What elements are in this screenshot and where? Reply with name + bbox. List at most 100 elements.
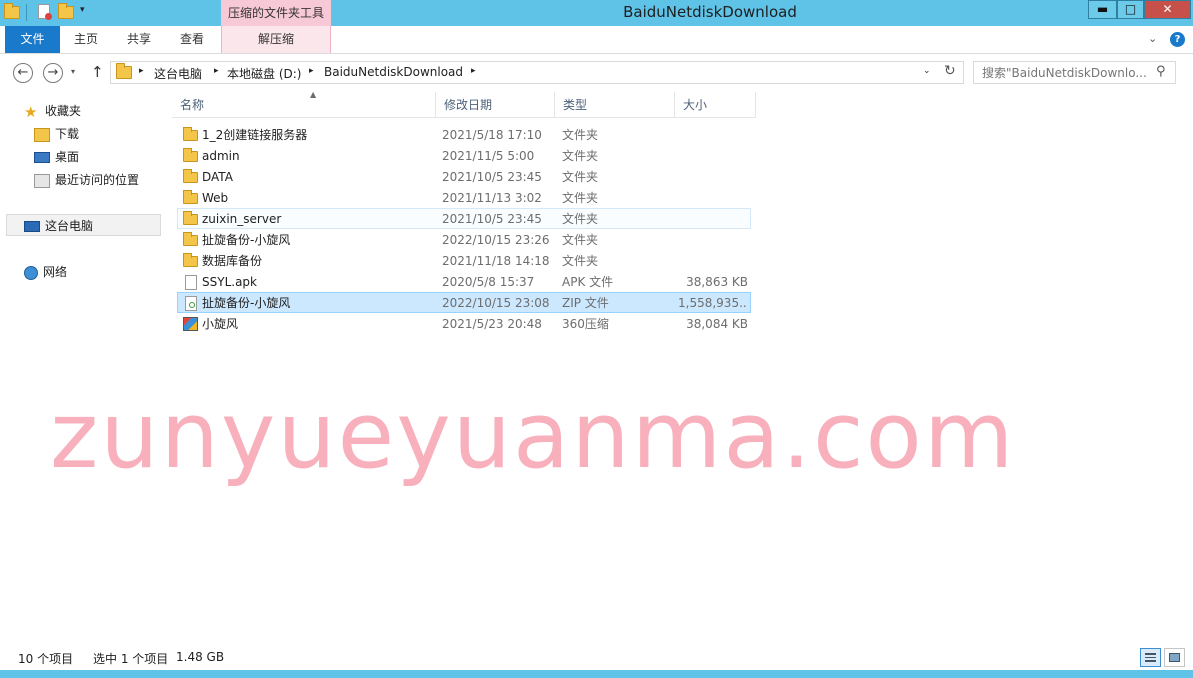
minimize-button[interactable]: ▬ (1088, 0, 1117, 19)
status-bar: 10 个项目 选中 1 个项目 1.48 GB (0, 645, 1193, 670)
ribbon-expand-icon[interactable]: ⌄ (1148, 32, 1157, 45)
file-row[interactable]: zuixin_server 2021/10/5 23:45 文件夹 (177, 208, 751, 229)
file-date: 2021/11/5 5:00 (442, 149, 535, 163)
file-row[interactable]: DATA 2021/10/5 23:45 文件夹 (177, 166, 751, 187)
zip-icon (185, 296, 197, 311)
file-date: 2021/5/23 20:48 (442, 317, 542, 331)
folder-icon (183, 127, 198, 141)
nav-recent-places[interactable]: 最近访问的位置 (34, 169, 139, 191)
nav-network[interactable]: 网络 (24, 261, 67, 283)
search-icon[interactable]: ⚲ (1156, 64, 1166, 79)
breadcrumb-this-pc[interactable]: 这台电脑 (154, 65, 202, 82)
file-name: 扯旋备份-小旋风 (202, 296, 291, 310)
search-input[interactable] (982, 63, 1157, 83)
close-button[interactable]: ✕ (1144, 0, 1191, 19)
file-row[interactable]: 扯旋备份-小旋风 2022/10/15 23:08 ZIP 文件 1,558,935.… (177, 292, 751, 313)
nav-label: 桌面 (55, 150, 80, 164)
folder-icon (183, 190, 198, 204)
file-type: 360压缩 (562, 317, 609, 331)
file-row[interactable]: 扯旋备份-小旋风 2022/10/15 23:26 文件夹 (177, 229, 751, 250)
chevron-right-icon[interactable]: ▸ (214, 66, 219, 76)
file-row[interactable]: 1_2创建链接服务器 2021/5/18 17:10 文件夹 (177, 124, 751, 145)
star-icon: ★ (24, 102, 38, 121)
refresh-icon[interactable]: ↻ (944, 63, 956, 79)
file-name: Web (202, 191, 229, 205)
tab-file[interactable]: 文件 (5, 26, 60, 53)
file-name: SSYL.apk (202, 275, 257, 289)
forward-button[interactable]: → (43, 63, 63, 83)
file-type: 文件夹 (562, 254, 599, 268)
navigation-pane[interactable]: ★ 收藏夹 下载 桌面 最近访问的位置 这台电脑 网络 (0, 90, 163, 645)
file-row[interactable]: SSYL.apk 2020/5/8 15:37 APK 文件 38,863 KB (177, 271, 751, 292)
address-history-dropdown-icon[interactable]: ⌄ (923, 66, 931, 76)
help-icon[interactable]: ? (1170, 32, 1185, 47)
file-list[interactable]: ▲ 名称 修改日期 类型 大小 1_2创建链接服务器 2021/5/18 17:1… (163, 90, 1193, 645)
maximize-button[interactable]: □ (1117, 0, 1144, 19)
window-bottom-border (0, 670, 1193, 678)
details-view-button[interactable] (1140, 648, 1161, 667)
file-type: 文件夹 (562, 170, 599, 184)
column-header-label: 大小 (683, 98, 708, 112)
folder-icon (183, 148, 198, 162)
column-header-label: 修改日期 (444, 98, 493, 112)
nav-downloads[interactable]: 下载 (34, 123, 79, 145)
tab-extract[interactable]: 解压缩 (221, 26, 331, 53)
breadcrumb-local-disk[interactable]: 本地磁盘 (D:) (227, 65, 301, 82)
quick-access-dropdown-icon[interactable]: ▾ (80, 5, 85, 15)
nav-this-pc[interactable]: 这台电脑 (6, 214, 161, 236)
file-date: 2021/10/5 23:45 (442, 170, 542, 184)
properties-icon[interactable] (36, 4, 52, 20)
folder-icon (183, 211, 198, 225)
nav-favorites[interactable]: ★ 收藏夹 (24, 100, 81, 122)
ribbon-tabs: 文件 主页 共享 查看 解压缩 ⌄ ? (0, 26, 1193, 54)
file-date: 2021/11/18 14:18 (442, 254, 550, 268)
file-name: zuixin_server (202, 212, 282, 226)
tab-view[interactable]: 查看 (166, 26, 218, 53)
file-type: 文件夹 (562, 212, 599, 226)
navigation-bar: ← → ▾ ↑ ▸ 这台电脑 ▸ 本地磁盘 (D:) ▸ BaiduNetdis… (0, 54, 1193, 90)
main-area: ★ 收藏夹 下载 桌面 最近访问的位置 这台电脑 网络 ▲ 名称 修改日期 类型 … (0, 90, 1193, 645)
large-icons-view-icon (1169, 653, 1180, 662)
file-type: 文件夹 (562, 149, 599, 163)
file-row[interactable]: 小旋风 2021/5/23 20:48 360压缩 38,084 KB (177, 313, 751, 334)
column-header-date[interactable]: 修改日期 (436, 92, 555, 118)
context-tab-group-label: 压缩的文件夹工具 (221, 0, 331, 27)
desktop-icon (34, 152, 50, 163)
column-header-name[interactable]: ▲ 名称 (172, 90, 436, 118)
file-type: 文件夹 (562, 233, 599, 247)
column-header-type[interactable]: 类型 (555, 92, 675, 118)
file-date: 2022/10/15 23:08 (442, 296, 550, 310)
chevron-right-icon[interactable]: ▸ (471, 66, 476, 76)
file-row[interactable]: admin 2021/11/5 5:00 文件夹 (177, 145, 751, 166)
search-box[interactable]: ⚲ (973, 61, 1176, 84)
file-type: 文件夹 (562, 128, 599, 142)
file-name: 扯旋备份-小旋风 (202, 233, 291, 247)
tab-home[interactable]: 主页 (60, 26, 112, 53)
file-date: 2021/10/5 23:45 (442, 212, 542, 226)
column-header-size[interactable]: 大小 (675, 92, 756, 118)
window-title: BaiduNetdiskDownload (623, 3, 797, 21)
large-icons-view-button[interactable] (1164, 648, 1185, 667)
address-bar[interactable]: ▸ 这台电脑 ▸ 本地磁盘 (D:) ▸ BaiduNetdiskDownloa… (110, 61, 964, 84)
up-button[interactable]: ↑ (91, 63, 104, 81)
sort-ascending-icon: ▲ (310, 90, 317, 99)
new-folder-icon[interactable] (58, 3, 74, 20)
recent-locations-icon[interactable]: ▾ (71, 67, 75, 76)
folder-icon (183, 169, 198, 183)
file-name: admin (202, 149, 240, 163)
file-row[interactable]: 数据库备份 2021/11/18 14:18 文件夹 (177, 250, 751, 271)
tab-share[interactable]: 共享 (112, 26, 166, 53)
breadcrumb-current-folder[interactable]: BaiduNetdiskDownload (324, 65, 463, 79)
downloads-folder-icon (34, 127, 50, 142)
nav-label: 最近访问的位置 (55, 173, 140, 187)
file-type: ZIP 文件 (562, 296, 609, 310)
selection-size: 1.48 GB (176, 650, 225, 664)
file-name: 1_2创建链接服务器 (202, 128, 308, 142)
back-button[interactable]: ← (13, 63, 33, 83)
file-name: DATA (202, 170, 233, 184)
chevron-right-icon[interactable]: ▸ (139, 66, 144, 76)
chevron-right-icon[interactable]: ▸ (309, 66, 314, 76)
file-row[interactable]: Web 2021/11/13 3:02 文件夹 (177, 187, 751, 208)
folder-icon (183, 253, 198, 267)
nav-desktop[interactable]: 桌面 (34, 146, 79, 168)
